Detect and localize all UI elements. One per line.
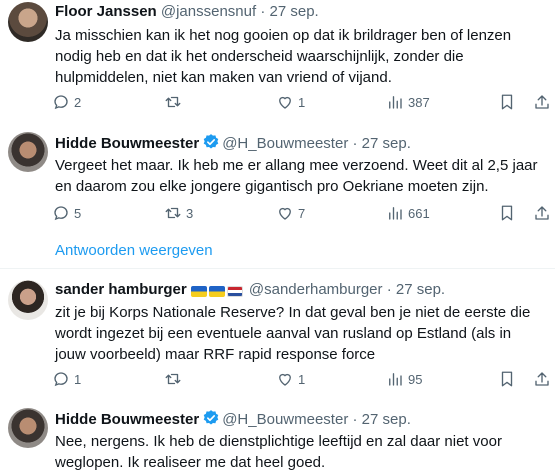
bookmark-icon [501, 94, 513, 110]
like-count: 1 [298, 371, 306, 387]
retweet-icon [165, 96, 181, 108]
tweet-actions: 5 3 7 661 [47, 202, 549, 224]
share-button[interactable] [533, 202, 551, 224]
tweet-date[interactable]: 27 sep. [362, 135, 411, 152]
views-count: 95 [408, 371, 423, 387]
views-count: 387 [408, 94, 430, 110]
views-icon [389, 207, 402, 220]
avatar[interactable] [8, 2, 48, 42]
ukraine-flag-icon [208, 285, 225, 297]
heart-icon [279, 96, 291, 109]
heart-icon [279, 207, 291, 220]
avatar[interactable] [8, 132, 48, 172]
thread-divider [0, 268, 555, 269]
separator-dot: · [382, 281, 396, 298]
retweet-button[interactable] [164, 368, 186, 390]
tweet-date[interactable]: 27 sep. [270, 3, 319, 20]
retweet-button[interactable] [164, 91, 186, 113]
views-button[interactable]: 95 [386, 368, 422, 390]
author-name[interactable]: sander hamburger [55, 281, 187, 298]
separator-dot: · [256, 3, 270, 20]
like-count: 1 [298, 94, 306, 110]
tweet-hidde-bouwmeester[interactable]: Hidde Bouwmeester @H_Bouwmeester · 27 sep… [0, 128, 555, 228]
reply-icon [54, 95, 68, 110]
views-icon [389, 373, 402, 386]
verified-badge-icon [203, 410, 219, 425]
tweet-text: Vergeet het maar. Ik heb me er allang me… [55, 157, 538, 195]
reply-icon [54, 372, 68, 387]
show-replies-link[interactable]: Antwoorden weergeven [55, 242, 213, 259]
tweet-text: Nee, nergens. Ik heb de dienstplichtige … [55, 433, 502, 471]
views-count: 661 [408, 205, 430, 221]
share-button[interactable] [533, 91, 551, 113]
avatar[interactable] [8, 408, 48, 448]
reply-count: 1 [74, 371, 82, 387]
author-name[interactable]: Hidde Bouwmeester [55, 135, 199, 152]
flag-emojis [190, 281, 245, 301]
author-name[interactable]: Floor Janssen [55, 3, 157, 20]
bookmark-button[interactable] [498, 202, 516, 224]
separator-dot: · [348, 135, 362, 152]
tweet-date[interactable]: 27 sep. [362, 411, 411, 428]
reply-button[interactable]: 2 [52, 91, 81, 113]
like-button[interactable]: 1 [276, 368, 305, 390]
views-button[interactable]: 387 [386, 91, 430, 113]
tweet-text: Ja misschien kan ik het nog gooien op da… [55, 27, 512, 86]
like-button[interactable]: 1 [276, 91, 305, 113]
author-name[interactable]: Hidde Bouwmeester [55, 411, 199, 428]
share-icon [535, 372, 549, 386]
share-icon [535, 95, 549, 109]
share-icon [535, 206, 549, 220]
like-count: 7 [298, 205, 306, 221]
bookmark-icon [501, 371, 513, 387]
reply-count: 2 [74, 94, 82, 110]
retweet-icon [165, 207, 181, 219]
retweet-icon [165, 373, 181, 385]
bookmark-button[interactable] [498, 91, 516, 113]
netherlands-flag-icon [226, 285, 243, 297]
tweet-date[interactable]: 27 sep. [396, 281, 445, 298]
author-handle[interactable]: @sanderhamburger [249, 281, 383, 298]
reply-button[interactable]: 5 [52, 202, 81, 224]
reply-count: 5 [74, 205, 82, 221]
tweet-hidde-bouwmeester-2[interactable]: Hidde Bouwmeester @H_Bouwmeester · 27 sep… [0, 404, 555, 472]
author-handle[interactable]: @janssensnuf [161, 3, 256, 20]
retweet-button[interactable]: 3 [164, 202, 193, 224]
verified-badge-icon [203, 134, 219, 149]
retweet-count: 3 [186, 205, 194, 221]
author-handle[interactable]: @H_Bouwmeester [222, 135, 348, 152]
views-button[interactable]: 661 [386, 202, 430, 224]
ukraine-flag-icon [190, 285, 207, 297]
bookmark-button[interactable] [498, 368, 516, 390]
share-button[interactable] [533, 368, 551, 390]
tweet-actions: 2 1 387 [47, 91, 549, 113]
author-handle[interactable]: @H_Bouwmeester [222, 411, 348, 428]
tweet-sander-hamburger[interactable]: sander hamburger @sanderhamburger · 27 s… [0, 276, 555, 396]
tweet-floor-janssen[interactable]: Floor Janssen @janssensnuf · 27 sep. Ja … [0, 0, 555, 120]
views-icon [389, 96, 402, 109]
reply-icon [54, 206, 68, 221]
heart-icon [279, 373, 291, 386]
tweet-text: zit je bij Korps Nationale Reserve? In d… [55, 304, 531, 363]
avatar[interactable] [8, 280, 48, 320]
separator-dot: · [348, 411, 362, 428]
reply-button[interactable]: 1 [52, 368, 81, 390]
tweet-actions: 1 1 95 [47, 368, 549, 390]
bookmark-icon [501, 205, 513, 221]
like-button[interactable]: 7 [276, 202, 305, 224]
